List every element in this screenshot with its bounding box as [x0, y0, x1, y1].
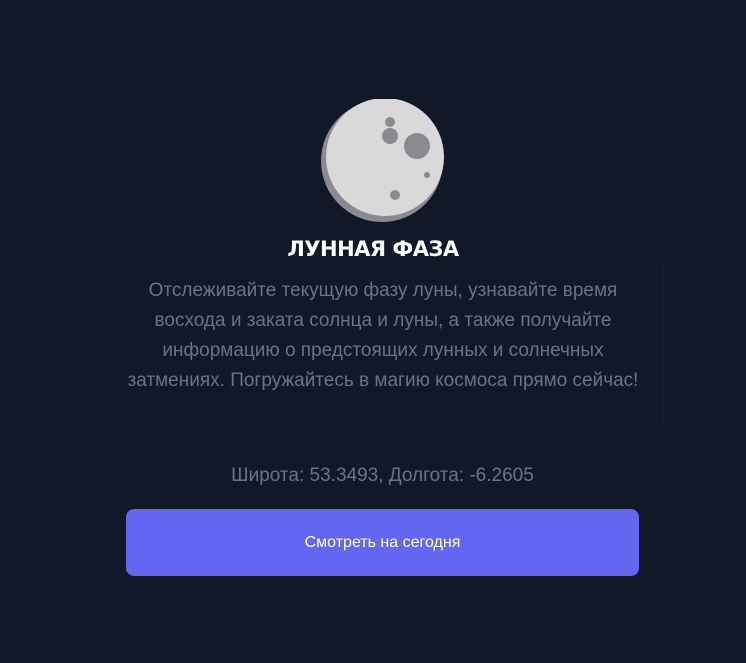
view-today-button[interactable]: Смотреть на сегодня — [126, 509, 639, 576]
divider — [662, 264, 663, 424]
page-title: ЛУННАЯ ФАЗА — [287, 237, 459, 261]
coordinates-text: Широта: 53.3493, Долгота: -6.2605 — [231, 465, 534, 486]
description-text: Отслеживайте текущую фазу луны, узнавайт… — [127, 280, 639, 391]
moon-icon — [320, 98, 446, 223]
